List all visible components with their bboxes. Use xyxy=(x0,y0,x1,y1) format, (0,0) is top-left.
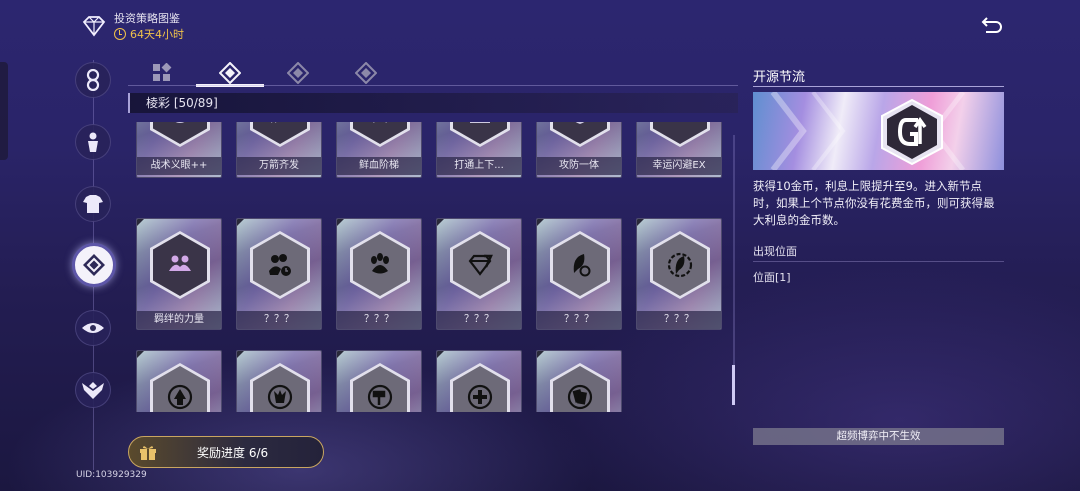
paw-icon xyxy=(371,253,389,274)
feather-ring-icon xyxy=(667,252,693,278)
gem-seven-icon xyxy=(468,254,493,276)
sidebar-item-rank[interactable] xyxy=(75,372,111,408)
card-name: 羁绊的力量 xyxy=(137,311,221,329)
bond-power-icon xyxy=(169,255,191,271)
armor-icon xyxy=(83,195,103,213)
card-name: ？？？ xyxy=(537,311,621,329)
strategy-card-locked[interactable] xyxy=(436,350,522,412)
coin-upgrade-icon xyxy=(881,98,943,166)
strategy-card-locked[interactable] xyxy=(336,350,422,412)
clock-icon xyxy=(114,28,126,40)
banner-chevron-pattern xyxy=(770,92,965,170)
card-name: 攻防一体 xyxy=(537,157,621,175)
reward-progress-button[interactable]: 奖励进度 6/6 xyxy=(128,436,324,468)
strategy-card-locked[interactable]: ？？？ xyxy=(436,218,522,330)
status-note: 超频博弈中不生效 xyxy=(753,428,1004,445)
grid-icon xyxy=(153,63,172,81)
person-icon xyxy=(88,132,98,152)
strategy-card[interactable]: 羁绊的力量 xyxy=(136,218,222,330)
tab-all[interactable] xyxy=(128,60,196,86)
strategy-card-locked[interactable]: ？？？ xyxy=(336,218,422,330)
card-name: 战术义眼++ xyxy=(137,157,221,175)
user-id: UID:103929329 xyxy=(76,470,147,480)
rank-badge-icon xyxy=(82,382,104,399)
card-name: 打通上下... xyxy=(437,157,521,175)
cards-ring-icon xyxy=(567,384,593,410)
grid-scroll-thumb[interactable] xyxy=(732,365,735,405)
location-divider xyxy=(753,261,1004,262)
diamond-rank-icon xyxy=(219,62,241,84)
diamond-rank-icon xyxy=(287,62,309,84)
blood-ladder-icon xyxy=(372,122,388,123)
arrows-icon xyxy=(270,122,290,123)
hammer-ring-icon xyxy=(367,384,393,410)
tab-gold[interactable] xyxy=(264,60,332,86)
strategy-card[interactable]: 幸运闪避EX xyxy=(636,122,722,178)
sidebar-item-link[interactable] xyxy=(75,62,111,98)
sidebar-item-character[interactable] xyxy=(75,124,111,160)
shield-icon xyxy=(571,122,589,124)
group-clock-icon xyxy=(269,254,291,276)
strategy-card-locked[interactable]: ？？？ xyxy=(536,218,622,330)
card-name: ？？？ xyxy=(437,311,521,329)
reward-progress-label: 奖励进度 6/6 xyxy=(197,445,269,460)
tree-ring-icon xyxy=(167,384,193,410)
diamond-logo-icon xyxy=(82,16,106,37)
strategy-card-locked[interactable] xyxy=(136,350,222,412)
strategy-card[interactable]: 万箭齐发 xyxy=(236,122,322,178)
detail-title-underline xyxy=(753,86,1004,87)
card-name: 幸运闪避EX xyxy=(637,157,721,175)
sidebar-item-strategy[interactable] xyxy=(72,243,116,287)
strategy-card[interactable]: 战术义眼++ xyxy=(136,122,222,178)
season-timer: 64天4小时 xyxy=(114,26,184,42)
tab-prism[interactable] xyxy=(196,60,264,87)
strategy-grid: 战术义眼++ 万箭齐发 鲜血阶梯 打通上下... 攻防一体 幸运闪避EX 羁绊的… xyxy=(128,122,728,412)
detail-title: 开源节流 xyxy=(753,70,806,85)
tab-divider xyxy=(128,85,738,86)
card-name: ？？？ xyxy=(237,311,321,329)
strategy-card-locked[interactable]: ？？？ xyxy=(236,218,322,330)
strategy-card-locked[interactable] xyxy=(236,350,322,412)
strategy-card-locked[interactable]: ？？？ xyxy=(636,218,722,330)
strategy-card[interactable]: 鲜血阶梯 xyxy=(336,122,422,178)
plus-ring-icon xyxy=(467,384,493,410)
page-title: 投资策略图鉴 xyxy=(114,12,180,25)
location-label: 出现位面 xyxy=(753,245,797,258)
edge-handle[interactable] xyxy=(0,62,8,160)
location-value: 位面[1] xyxy=(753,271,791,284)
feather-gear-icon xyxy=(573,254,591,277)
sidebar-item-armor[interactable] xyxy=(75,186,111,222)
chain-link-icon xyxy=(86,69,100,91)
card-name: ？？？ xyxy=(337,311,421,329)
strategy-card-locked[interactable] xyxy=(536,350,622,412)
eye-scope-icon xyxy=(170,122,190,123)
strategy-diamond-icon xyxy=(83,254,105,276)
back-button[interactable] xyxy=(978,14,1006,38)
strategy-card[interactable]: 攻防一体 xyxy=(536,122,622,178)
card-name: ？？？ xyxy=(637,311,721,329)
detail-banner xyxy=(753,92,1004,170)
timer-text: 64天4小时 xyxy=(130,28,184,41)
category-header: 棱彩 [50/89] xyxy=(128,93,738,113)
strategy-card[interactable]: 打通上下... xyxy=(436,122,522,178)
sidebar-item-eye[interactable] xyxy=(75,310,111,346)
diamond-rank-icon xyxy=(355,62,377,84)
eye-icon xyxy=(82,323,104,333)
tab-silver[interactable] xyxy=(332,60,400,86)
beast-ring-icon xyxy=(267,384,293,410)
gift-icon xyxy=(140,446,156,460)
card-name: 万箭齐发 xyxy=(237,157,321,175)
lucky-dodge-icon xyxy=(667,122,693,126)
detail-description: 获得10金币，利息上限提升至9。进入新节点时，如果上个节点你没有花费金币，则可获… xyxy=(753,179,995,227)
gate-icon xyxy=(470,122,490,123)
card-name: 鲜血阶梯 xyxy=(337,157,421,175)
